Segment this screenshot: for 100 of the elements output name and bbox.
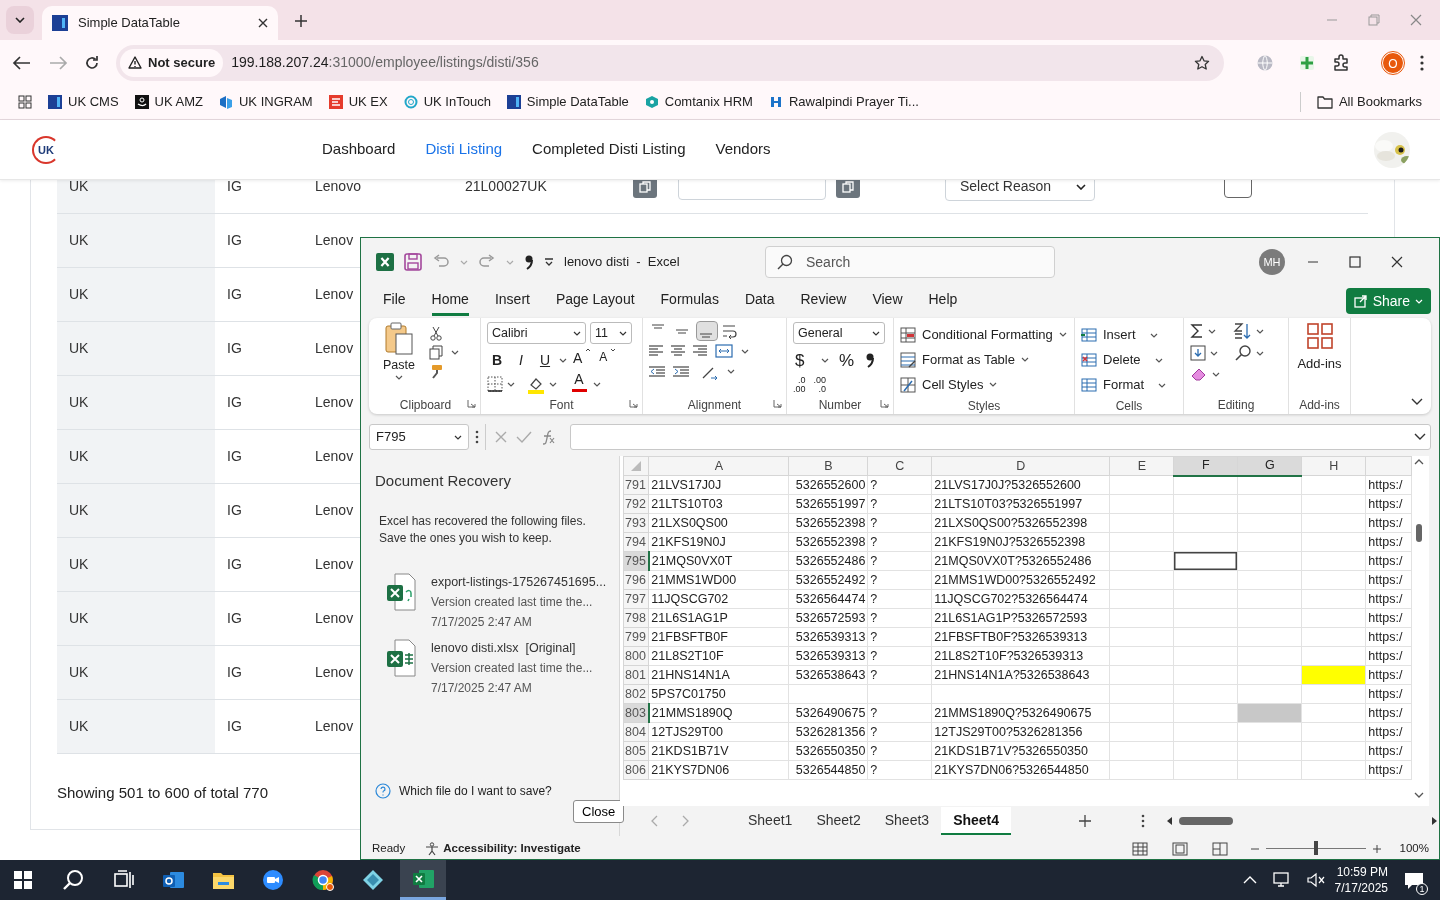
formula-field[interactable] bbox=[570, 424, 1431, 450]
ribbon-tab[interactable]: Review bbox=[800, 286, 847, 316]
speaker-muted-icon[interactable] bbox=[1306, 872, 1325, 888]
name-box[interactable]: F795 bbox=[369, 424, 469, 450]
increase-indent-icon[interactable] bbox=[673, 365, 689, 378]
add-ins-button[interactable]: Add-ins bbox=[1295, 322, 1344, 374]
percent-button[interactable]: % bbox=[837, 348, 857, 372]
column-header[interactable]: D bbox=[931, 456, 1110, 476]
italic-button[interactable]: I bbox=[511, 348, 531, 372]
ribbon-tab[interactable]: File bbox=[383, 286, 406, 316]
bookmark-link[interactable]: Comtanix HRM bbox=[644, 92, 753, 112]
font-name-dropdown[interactable]: Calibri bbox=[487, 322, 586, 344]
ribbon-tab[interactable]: Formulas bbox=[660, 286, 719, 316]
share-button[interactable]: Share bbox=[1345, 288, 1431, 314]
column-header[interactable]: C bbox=[867, 456, 932, 476]
page-break-view-icon[interactable] bbox=[1211, 841, 1228, 856]
copy-icon[interactable] bbox=[429, 345, 443, 360]
bookmark-link[interactable]: UK INGRAM bbox=[218, 92, 313, 112]
input-field[interactable] bbox=[678, 180, 826, 200]
nav-link[interactable]: Disti Listing bbox=[425, 138, 503, 161]
underline-button[interactable]: U bbox=[535, 348, 555, 372]
ribbon-tab[interactable]: Data bbox=[744, 286, 775, 316]
nav-link[interactable]: Vendors bbox=[715, 138, 771, 161]
borders-icon[interactable] bbox=[487, 376, 503, 392]
sort-filter-icon[interactable] bbox=[1232, 322, 1252, 340]
start-icon[interactable] bbox=[13, 870, 33, 890]
customize-toolbar-icon[interactable] bbox=[544, 257, 554, 267]
sheet-tab[interactable]: Sheet1 bbox=[736, 807, 805, 835]
decrease-decimal-button[interactable]: .00 .0 bbox=[813, 376, 827, 394]
dialog-launcher-icon[interactable] bbox=[629, 399, 638, 408]
paste-button[interactable]: Paste bbox=[377, 322, 421, 380]
insert-function-icon[interactable] bbox=[540, 429, 556, 445]
bookmark-link[interactable]: UK InTouch bbox=[403, 92, 491, 112]
format-painter-icon[interactable] bbox=[429, 364, 443, 379]
apps-grid-icon[interactable] bbox=[18, 95, 32, 109]
ribbon-tab[interactable]: Page Layout bbox=[555, 286, 635, 316]
dialog-launcher-icon[interactable] bbox=[467, 399, 476, 408]
bookmark-link[interactable]: Rawalpindi Prayer Ti... bbox=[768, 92, 919, 112]
save-icon[interactable] bbox=[404, 253, 422, 271]
copy-button[interactable] bbox=[836, 180, 860, 198]
ribbon-tab[interactable]: Insert bbox=[494, 286, 530, 316]
comma-style-icon[interactable] bbox=[865, 352, 875, 368]
number-format-dropdown[interactable]: General bbox=[793, 322, 885, 344]
align-center-icon[interactable] bbox=[671, 345, 685, 357]
dialog-launcher-icon[interactable] bbox=[880, 399, 889, 408]
user-avatar[interactable]: MH bbox=[1259, 249, 1285, 275]
grow-font-button[interactable]: A bbox=[571, 348, 594, 372]
more-icon[interactable] bbox=[475, 430, 479, 444]
comma-style-icon[interactable] bbox=[524, 254, 534, 270]
cell-styles-button[interactable]: Cell Styles bbox=[900, 372, 1068, 397]
search-field[interactable]: Search bbox=[765, 246, 1055, 278]
dialog-launcher-icon[interactable] bbox=[773, 399, 782, 408]
clock[interactable]: 10:59 PM 7/17/2025 bbox=[1334, 864, 1388, 896]
cut-icon[interactable] bbox=[429, 326, 443, 341]
puzzle-icon[interactable] bbox=[1332, 53, 1350, 72]
font-size-dropdown[interactable]: 11 bbox=[590, 322, 632, 344]
sheet-tab[interactable]: Sheet3 bbox=[872, 807, 942, 835]
network-icon[interactable] bbox=[1272, 872, 1291, 888]
wrap-text-icon[interactable] bbox=[721, 323, 739, 339]
bookmark-link[interactable]: Simple DataTable bbox=[506, 92, 629, 112]
extension-plus-icon[interactable] bbox=[1298, 54, 1316, 73]
bookmark-star-icon[interactable] bbox=[1194, 54, 1210, 71]
zoom-slider[interactable] bbox=[1265, 840, 1366, 857]
column-header[interactable]: G bbox=[1237, 456, 1302, 476]
bookmark-link[interactable]: UK CMS bbox=[48, 92, 119, 112]
show-hidden-icons-icon[interactable] bbox=[1242, 876, 1257, 884]
insert-cells-button[interactable]: Insert bbox=[1081, 322, 1177, 347]
zoom-in-icon[interactable] bbox=[1371, 843, 1382, 854]
collapse-ribbon-icon[interactable] bbox=[1411, 398, 1423, 406]
orientation-icon[interactable] bbox=[701, 365, 719, 380]
sheet-tab[interactable]: Sheet2 bbox=[804, 807, 873, 835]
fill-down-icon[interactable] bbox=[1190, 345, 1206, 361]
merge-center-icon[interactable] bbox=[715, 344, 733, 358]
bookmark-link[interactable]: UK AMZ bbox=[134, 92, 203, 112]
column-header[interactable]: B bbox=[788, 456, 868, 476]
format-as-table-button[interactable]: Format as Table bbox=[900, 347, 1068, 372]
help-link[interactable]: Which file do I want to save? bbox=[399, 782, 552, 800]
security-chip[interactable]: Not secure bbox=[120, 48, 224, 77]
format-cells-button[interactable]: Format bbox=[1081, 372, 1177, 397]
back-icon[interactable] bbox=[12, 54, 32, 71]
decrease-indent-icon[interactable] bbox=[649, 365, 665, 378]
currency-button[interactable]: $ bbox=[793, 348, 813, 372]
browser-tab[interactable]: Simple DataTable bbox=[42, 6, 278, 40]
reason-dropdown[interactable]: Select Reason bbox=[945, 180, 1095, 201]
bookmark-link[interactable]: UK EX bbox=[328, 92, 388, 112]
add-sheet-icon[interactable] bbox=[1079, 815, 1092, 827]
sheet-tab[interactable]: Sheet4 bbox=[941, 807, 1012, 835]
eraser-icon[interactable] bbox=[1190, 366, 1208, 382]
autosum-icon[interactable] bbox=[1190, 323, 1204, 339]
more-menu-icon[interactable] bbox=[1420, 54, 1424, 71]
more-icon[interactable] bbox=[1141, 814, 1146, 828]
tab-list-button[interactable] bbox=[6, 6, 34, 34]
column-header[interactable]: E bbox=[1109, 456, 1174, 476]
page-layout-view-icon[interactable] bbox=[1171, 841, 1188, 856]
delete-cells-button[interactable]: Delete bbox=[1081, 347, 1177, 372]
new-tab-icon[interactable] bbox=[294, 13, 308, 28]
align-right-icon[interactable] bbox=[693, 345, 707, 357]
shrink-font-button[interactable]: A bbox=[597, 348, 619, 372]
ribbon-tab[interactable]: View bbox=[872, 286, 903, 316]
nav-link[interactable]: Dashboard bbox=[322, 138, 396, 161]
